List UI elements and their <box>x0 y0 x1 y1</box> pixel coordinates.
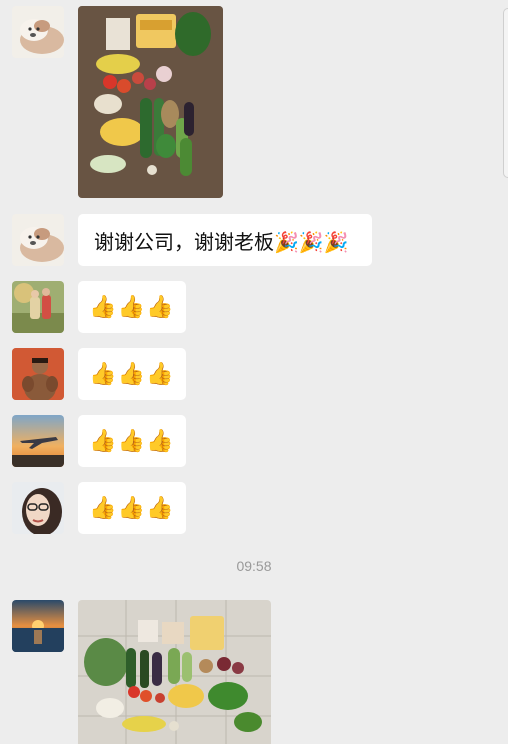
thumbs-up-emoji: 👍👍👍 <box>89 361 175 387</box>
message-bubble-emoji[interactable]: 👍👍👍 <box>78 281 186 333</box>
avatar-muscle-man[interactable] <box>12 348 64 400</box>
scroll-indicator[interactable] <box>503 8 508 178</box>
avatar-puppy[interactable] <box>12 6 64 58</box>
message-bubble-emoji[interactable]: 👍👍👍 <box>78 415 186 467</box>
message-bubble-emoji[interactable]: 👍👍👍 <box>78 348 186 400</box>
chat-timestamp: 09:58 <box>236 558 272 574</box>
shared-photo-vegetables-1[interactable] <box>78 6 223 198</box>
thumbs-up-emoji: 👍👍👍 <box>89 428 175 454</box>
message-bubble-emoji[interactable]: 👍👍👍 <box>78 482 186 534</box>
avatar-puppy[interactable] <box>12 214 64 266</box>
avatar-woman-portrait[interactable] <box>12 482 64 534</box>
message-bubble-text[interactable]: 谢谢公司，谢谢老板🎉🎉🎉 <box>78 214 372 266</box>
thumbs-up-emoji: 👍👍👍 <box>89 495 175 521</box>
avatar-jet-sunset[interactable] <box>12 415 64 467</box>
avatar-couple-outdoor[interactable] <box>12 281 64 333</box>
shared-photo-vegetables-2[interactable] <box>78 600 271 744</box>
avatar-sunset-sea[interactable] <box>12 600 64 652</box>
message-text: 谢谢公司，谢谢老板🎉🎉🎉 <box>94 229 349 254</box>
chat-message-list[interactable]: 谢谢公司，谢谢老板🎉🎉🎉 👍👍👍 👍👍👍 👍👍👍 👍👍👍 09:58 <box>0 0 508 744</box>
thumbs-up-emoji: 👍👍👍 <box>89 294 175 320</box>
